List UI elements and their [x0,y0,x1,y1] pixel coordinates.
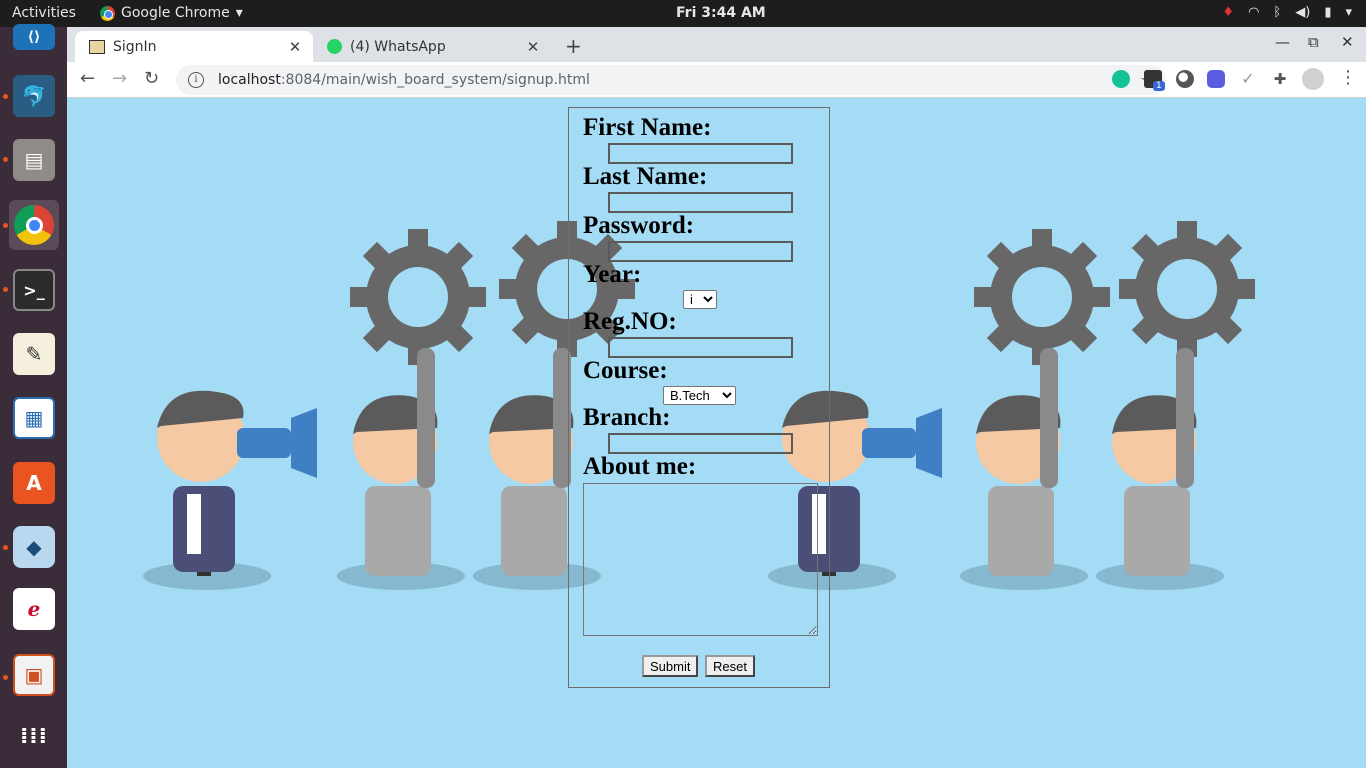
branch-label: Branch: [583,404,671,431]
cube-icon: ◆ [13,526,55,568]
grammarly-icon[interactable] [1112,70,1130,88]
tab-signin[interactable]: SignIn ✕ [75,31,313,62]
dock-document-viewer[interactable]: ℯ [9,584,59,634]
dock-text-editor[interactable]: ✎ [9,329,59,379]
dock-files[interactable]: ▤ [9,135,59,185]
app-menu-label: Google Chrome [121,5,230,21]
puzzle-extensions-icon[interactable]: ✚ [1271,70,1289,88]
url-path: :8084/main/wish_board_system/signup.html [280,72,590,88]
volume-icon[interactable]: ◀) [1295,5,1310,20]
site-info-icon[interactable]: i [188,72,204,88]
dock-libreoffice-impress[interactable]: ▣ [9,650,59,700]
dock-mysql-workbench[interactable]: 🐬 [9,71,59,121]
running-indicator [3,223,8,228]
close-icon[interactable]: ✕ [525,38,541,56]
zoom-extension-icon[interactable] [1207,70,1225,88]
course-label: Course: [583,357,668,384]
pdf-viewer-icon: ℯ [13,588,55,630]
system-tray[interactable]: ♦ ◠ ᛒ ◀) ▮ ▾ [1222,5,1352,20]
reg-no-input[interactable] [608,337,793,358]
dock-chrome[interactable] [9,200,59,250]
tab-strip: SignIn ✕ (4) WhatsApp ✕ + — ⧉ ✕ [67,27,1366,62]
minimize-button[interactable]: — [1275,33,1290,51]
software-center-icon: A [13,462,55,504]
chrome-icon [14,205,54,245]
about-me-textarea[interactable] [583,483,818,636]
shield-icon[interactable]: ♦ [1222,5,1234,20]
whatsapp-icon [327,39,342,54]
signup-page: First Name: Last Name: Password: Year: i… [67,98,1366,768]
dock-terminal[interactable]: >_ [9,265,59,315]
forward-arrow-icon[interactable]: → [112,68,127,89]
submit-button[interactable]: Submit [642,655,699,677]
writer-icon: ▦ [13,397,55,439]
course-select[interactable]: B.Tech [663,386,736,405]
clock[interactable]: Fri 3:44 AM [676,5,766,21]
year-select[interactable]: i [683,290,717,309]
tab-label: SignIn [113,38,157,55]
text-editor-icon: ✎ [13,333,55,375]
signup-form: First Name: Last Name: Password: Year: i… [568,107,830,688]
first-name-label: First Name: [583,114,712,141]
mysql-workbench-icon: 🐬 [13,75,55,117]
extension-badge: 1 [1153,81,1165,91]
password-label: Password: [583,212,695,239]
password-input[interactable] [608,241,793,262]
url-host: localhost [218,72,281,88]
checkmark-extension-icon[interactable]: ✓ [1239,70,1257,88]
kebab-menu-icon[interactable]: ⋮ [1339,67,1357,88]
wifi-icon[interactable]: ◠ [1248,5,1259,20]
tab-label: (4) WhatsApp [350,38,446,55]
reload-icon[interactable]: ↻ [144,68,159,89]
first-name-input[interactable] [608,143,793,164]
activities-button[interactable]: Activities [12,5,76,21]
dock-vscode[interactable]: ⟨⟩ [9,23,59,51]
file-cabinet-icon: ▤ [13,139,55,181]
running-indicator [3,157,8,162]
dock: ⟨⟩ 🐬 ▤ >_ ✎ ▦ A ◆ ℯ ▣ ⁞⁞⁞ [0,24,67,768]
vscode-icon: ⟨⟩ [13,24,55,50]
impress-icon: ▣ [13,654,55,696]
new-tab-button[interactable]: + [565,34,582,58]
address-bar[interactable]: i localhost:8084/main/wish_board_system/… [176,65,1166,95]
last-name-label: Last Name: [583,163,708,190]
tab-whatsapp[interactable]: (4) WhatsApp ✕ [313,31,551,62]
app-menu[interactable]: Google Chrome ▾ [100,5,243,21]
reg-no-label: Reg.NO: [583,308,677,335]
year-label: Year: [583,261,642,288]
running-indicator [3,675,8,680]
running-indicator [3,287,8,292]
dock-virtualbox[interactable]: ◆ [9,522,59,572]
system-top-bar: Activities Google Chrome ▾ Fri 3:44 AM ♦… [0,0,1366,27]
dock-libreoffice-writer[interactable]: ▦ [9,393,59,443]
restore-button[interactable]: ⧉ [1308,33,1319,51]
profile-avatar[interactable] [1302,68,1324,90]
close-icon[interactable]: ✕ [287,38,303,56]
battery-icon[interactable]: ▮ [1324,5,1331,20]
terminal-icon: >_ [13,269,55,311]
privacy-extension-icon[interactable] [1176,70,1194,88]
running-indicator [3,545,8,550]
last-name-input[interactable] [608,192,793,213]
dock-show-applications[interactable]: ⁞⁞⁞ [9,711,59,761]
branch-input[interactable] [608,433,793,454]
chrome-icon [100,5,115,21]
page-favicon-icon [89,39,105,54]
chevron-down-icon: ▾ [235,5,243,21]
power-menu-icon[interactable]: ▾ [1345,5,1352,20]
browser-toolbar: ← → ↻ i localhost:8084/main/wish_board_s… [67,62,1366,98]
bluetooth-icon[interactable]: ᛒ [1273,5,1281,20]
back-arrow-icon[interactable]: ← [80,68,95,89]
grid-icon: ⁞⁞⁞ [19,723,49,749]
running-indicator [3,94,8,99]
about-me-label: About me: [583,453,697,480]
dock-software-center[interactable]: A [9,458,59,508]
reset-button[interactable]: Reset [705,655,755,677]
window-close-button[interactable]: ✕ [1341,33,1354,51]
